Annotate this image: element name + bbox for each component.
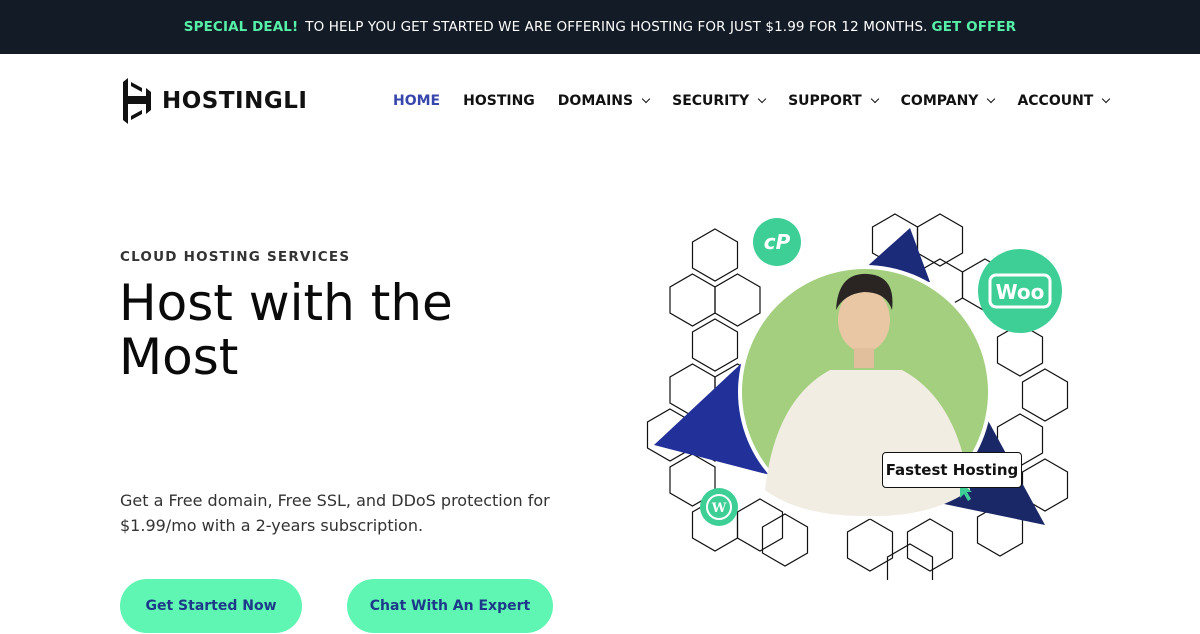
chevron-down-icon	[987, 94, 996, 104]
hexagon-shape	[906, 518, 954, 572]
hero-illustration: cP Woo W	[646, 213, 1069, 580]
hexagon-shape	[846, 518, 894, 572]
nav-label: HOME	[393, 93, 441, 109]
hexagon-shape	[761, 513, 809, 567]
nav-label: COMPANY	[900, 93, 979, 109]
nav-hosting[interactable]: HOSTING	[463, 93, 535, 109]
nav-domains[interactable]: DOMAINS	[557, 93, 651, 109]
nav-company[interactable]: COMPANY	[900, 93, 996, 109]
hexagon-shape	[691, 228, 739, 282]
hero-title: Host with the Most	[119, 274, 453, 386]
svg-text:Woo: Woo	[996, 280, 1045, 304]
svg-text:cP: cP	[764, 230, 791, 254]
chevron-down-icon	[641, 94, 651, 104]
nav-label: SUPPORT	[788, 93, 862, 109]
logo[interactable]: HOSTINGLI	[122, 78, 307, 124]
wordpress-icon: W	[700, 488, 738, 526]
woocommerce-icon: Woo	[978, 249, 1062, 333]
logo-text: HOSTINGLI	[162, 88, 308, 114]
hero-description: Get a Free domain, Free SSL, and DDoS pr…	[120, 491, 550, 535]
hexagon-shape	[714, 273, 761, 327]
hexagon-shape	[916, 213, 964, 267]
hexagon-shape	[669, 273, 716, 327]
hero-eyebrow: CLOUD HOSTING SERVICES	[120, 249, 351, 265]
promo-message: TO HELP YOU GET STARTED WE ARE OFFERING …	[305, 19, 928, 35]
cpanel-icon: cP	[753, 218, 801, 266]
nav-support[interactable]: SUPPORT	[788, 93, 879, 109]
promo-banner: SPECIAL DEAL! TO HELP YOU GET STARTED WE…	[0, 0, 1200, 54]
nav-label: DOMAINS	[557, 93, 634, 109]
main-nav: HOME HOSTING DOMAINS SECURITY SUPPORT CO…	[393, 93, 1132, 109]
chat-expert-button[interactable]: Chat With An Expert	[347, 579, 553, 633]
hexagon-shape	[1021, 368, 1069, 422]
nav-label: ACCOUNT	[1017, 93, 1094, 109]
get-started-button[interactable]: Get Started Now	[120, 579, 302, 633]
hostingli-h-logo-icon	[123, 78, 151, 124]
site-header: HOSTINGLI HOME HOSTING DOMAINS SECURITY …	[0, 54, 1200, 150]
hexagon-shape	[736, 498, 784, 552]
svg-text:W: W	[711, 501, 727, 516]
nav-label: HOSTING	[463, 93, 535, 109]
nav-label: SECURITY	[672, 93, 750, 109]
hexagon-shape	[691, 318, 739, 372]
get-offer-link[interactable]: GET OFFER	[932, 19, 1017, 35]
nav-security[interactable]: SECURITY	[672, 93, 767, 109]
chevron-down-icon	[1102, 94, 1111, 104]
hexagon-shape	[886, 543, 934, 580]
special-deal-label: SPECIAL DEAL!	[183, 19, 299, 35]
nav-account[interactable]: ACCOUNT	[1017, 93, 1111, 109]
fastest-hosting-badge: Fastest Hosting	[882, 452, 1022, 488]
chevron-down-icon	[757, 94, 767, 104]
nav-home[interactable]: HOME	[393, 93, 440, 109]
chevron-down-icon	[870, 94, 879, 104]
